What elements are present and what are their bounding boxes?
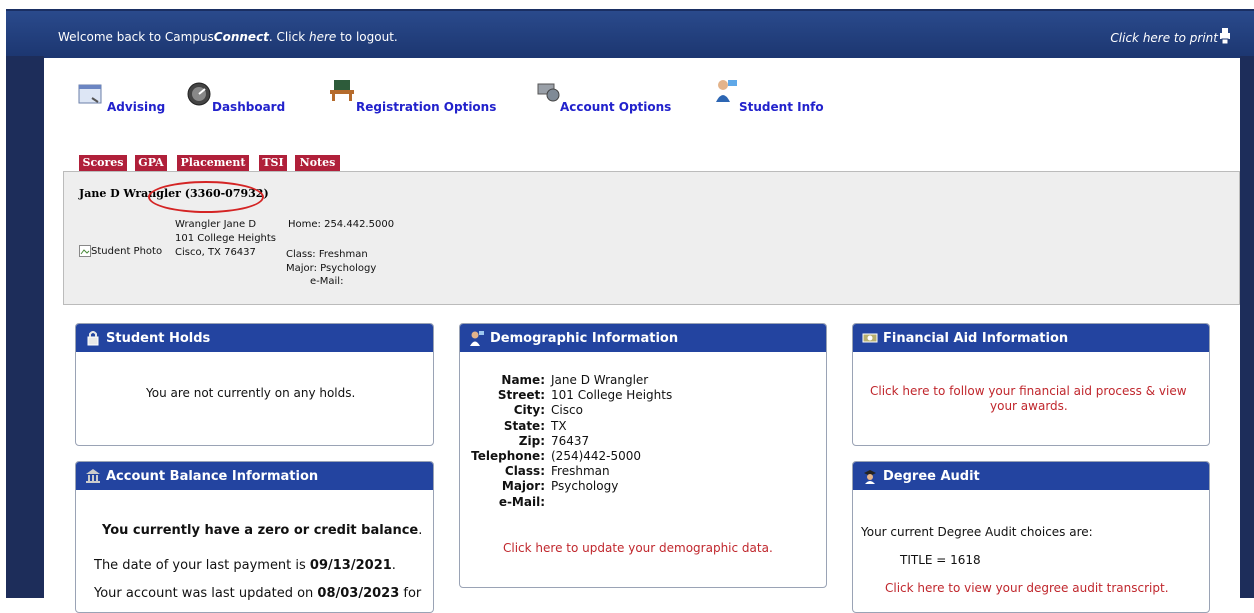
class-info: Class: Freshman <box>286 249 368 260</box>
student-holds-panel: Student Holds You are not currently on a… <box>75 323 434 446</box>
demographic-label: Name: <box>501 373 545 387</box>
page: Welcome back to CampusConnect. Click her… <box>0 0 1254 613</box>
demographic-value: TX <box>551 418 567 433</box>
demographic-value: (254)442-5000 <box>551 449 642 463</box>
email-info: e-Mail: <box>310 276 344 287</box>
nav-account-options[interactable]: Account Options <box>536 78 676 114</box>
tab-placement[interactable]: Placement <box>177 155 249 171</box>
nav-dashboard[interactable]: Dashboard <box>186 78 296 114</box>
demographic-label: State: <box>503 418 545 433</box>
holds-text: You are not currently on any holds. <box>146 386 356 400</box>
demographic-value: 76437 <box>551 433 590 448</box>
annotation-circle <box>148 181 264 213</box>
demographic-label: Zip: <box>518 433 545 448</box>
demographic-value: Cisco <box>551 403 583 418</box>
degree-transcript-link[interactable]: Click here to view your degree audit tra… <box>885 581 1169 595</box>
financial-aid-link-2[interactable]: your awards. <box>990 399 1068 413</box>
degree-audit-panel: Degree Audit Your current Degree Audit c… <box>852 461 1210 613</box>
account-balance-title: Account Balance Information <box>106 469 319 484</box>
degree-choices-text: Your current Degree Audit choices are: <box>861 525 1093 539</box>
tab-tsi[interactable]: TSI <box>259 155 287 171</box>
money-icon <box>862 333 878 343</box>
top-header: Welcome back to CampusConnect. Click her… <box>6 9 1254 58</box>
address-line-1: Wrangler Jane D <box>175 219 257 230</box>
demographic-value: Freshman <box>551 464 610 479</box>
demographic-label: Major: <box>501 479 545 494</box>
demographic-value: 101 College Heights <box>551 388 673 403</box>
tab-notes[interactable]: Notes <box>295 155 340 171</box>
person-icon <box>470 331 484 346</box>
bank-icon <box>86 469 100 483</box>
demographic-value: Psychology <box>551 479 619 494</box>
account-balance-panel: Account Balance Information You currentl… <box>75 461 434 613</box>
tab-scores[interactable]: Scores <box>79 155 127 171</box>
registration-icon <box>330 80 354 101</box>
degree-audit-title: Degree Audit <box>883 469 980 484</box>
balance-text: You currently have a zero or credit bala… <box>102 523 423 538</box>
financial-aid-title: Financial Aid Information <box>883 331 1069 346</box>
financial-aid-link-1[interactable]: Click here to follow your financial aid … <box>870 384 1187 398</box>
demographic-label: e-Mail: <box>498 494 545 509</box>
broken-image-icon <box>79 245 91 257</box>
demographic-label: Street: <box>497 388 545 403</box>
dashboard-icon <box>187 82 211 106</box>
home-phone: Home: 254.442.5000 <box>288 219 395 230</box>
student-photo: Student Photo <box>79 245 162 257</box>
welcome-text: Welcome back to CampusConnect. Click her… <box>58 30 398 44</box>
right-margin <box>1240 56 1254 598</box>
tab-gpa[interactable]: GPA <box>135 155 167 171</box>
nav-student-info[interactable]: Student Info <box>714 78 834 114</box>
update-demographic-link[interactable]: Click here to update your demographic da… <box>503 541 773 555</box>
demographic-value: Jane D Wrangler <box>551 373 649 387</box>
holds-title: Student Holds <box>106 331 211 346</box>
printer-icon[interactable] <box>1220 28 1230 44</box>
graduate-icon <box>864 470 876 484</box>
nav-registration-options[interactable]: Registration Options <box>328 78 498 114</box>
address-line-3: Cisco, TX 76437 <box>175 247 256 258</box>
student-info-icon <box>716 80 737 102</box>
demographic-label: City: <box>513 403 545 418</box>
nav-advising[interactable]: Advising <box>78 78 168 114</box>
last-updated-text: Your account was last updated on 08/03/2… <box>94 586 422 601</box>
last-payment-text: The date of your last payment is 09/13/2… <box>94 558 396 573</box>
demographic-label: Telephone: <box>471 449 545 463</box>
demographic-title: Demographic Information <box>490 331 679 346</box>
lock-icon <box>87 331 99 346</box>
print-link[interactable]: Click here to print <box>1110 31 1218 45</box>
advising-icon <box>78 84 102 104</box>
degree-title-value: TITLE = 1618 <box>900 553 981 567</box>
logout-link[interactable]: here <box>309 30 336 44</box>
left-margin <box>6 56 44 598</box>
address-line-2: 101 College Heights <box>175 233 277 244</box>
demographic-label: Class: <box>504 464 545 479</box>
account-icon <box>537 83 560 102</box>
financial-aid-panel: Financial Aid Information Click here to … <box>852 323 1210 446</box>
major-info: Major: Psychology <box>286 263 377 274</box>
brand-connect: Connect <box>213 30 269 44</box>
